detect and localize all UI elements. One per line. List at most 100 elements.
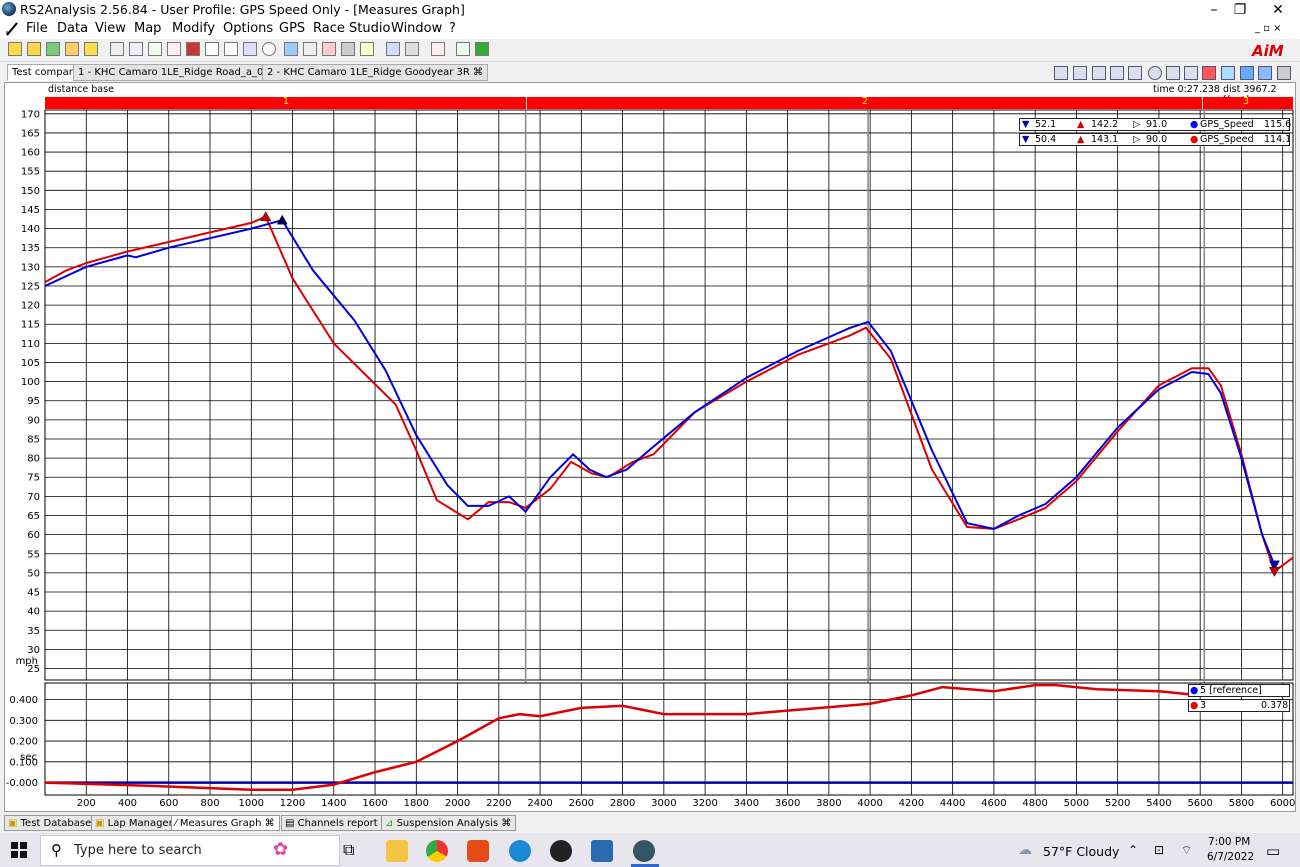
y-tick-label: 140 [21, 224, 40, 235]
tray-chevron-icon[interactable]: ⌃ [1128, 843, 1138, 857]
tab-measures-graph[interactable]: ⁄ Measures Graph ⌘ [171, 815, 280, 831]
search-placeholder: Type here to search [74, 843, 202, 858]
taskbar-search[interactable]: ⚲ Type here to search ✿ [40, 835, 340, 866]
office-icon[interactable] [467, 840, 489, 862]
file-explorer-icon[interactable] [386, 840, 408, 862]
legend-max: 143.1 [1091, 134, 1119, 145]
min-marker-icon: ▼ [1022, 134, 1030, 145]
x-tick-label: 1400 [321, 798, 346, 809]
delta-legend-value: 0.378 [1261, 700, 1289, 711]
edge-icon[interactable] [509, 840, 531, 862]
delta-tick-label: 0.400 [9, 695, 38, 706]
x-tick-label: 3800 [816, 798, 841, 809]
report-icon: ▤ [285, 818, 298, 829]
y-tick-label: 165 [21, 128, 40, 139]
x-tick-label: 1600 [362, 798, 387, 809]
y-tick-label: 90 [27, 415, 40, 426]
y-tick-label: 75 [27, 473, 40, 484]
suspension-icon: ⊿ [385, 818, 397, 829]
legend-channel: GPS_Speed [1200, 119, 1254, 130]
tray-device-icon[interactable]: ⊡ [1154, 843, 1164, 857]
wifi-icon[interactable]: ⌔ [1181, 843, 1192, 858]
y-tick-label: 85 [27, 434, 40, 445]
delta-legend-label: 5 [reference] [1200, 685, 1262, 696]
search-icon: ⚲ [51, 841, 62, 859]
legend-value: 114.1 [1264, 134, 1292, 145]
y-tick-label: 65 [27, 511, 40, 522]
delta-legend-label: 3 [1200, 700, 1207, 711]
legend-max: 142.2 [1091, 119, 1119, 130]
clock-time[interactable]: 7:00 PM [1208, 836, 1250, 848]
clock-date[interactable]: 6/7/2022 [1207, 851, 1254, 863]
search-highlight-icon: ✿ [273, 839, 289, 860]
x-tick-label: 4400 [940, 798, 965, 809]
y-tick-label: 30 [27, 645, 40, 656]
min-marker-icon: ▼ [1022, 119, 1030, 130]
legend-row-lap2: ▼ 50.4 ▲ 143.1 ▷ 90.0 ● GPS_Speed 114.1 [1019, 133, 1292, 146]
bottom-tabs: ▣ Test Database ▣ Lap Manager ⁄ Measures… [0, 814, 1300, 832]
max-marker-icon: ▲ [1077, 119, 1085, 130]
y-tick-label: 135 [21, 243, 40, 254]
y-axis-label: mph [16, 656, 38, 667]
legend-avg: 91.0 [1146, 119, 1168, 130]
legend-value: 115.6 [1264, 119, 1292, 130]
windows-start-icon[interactable] [11, 842, 27, 858]
series-dot-icon: ● [1190, 119, 1199, 130]
x-tick-label: 200 [77, 798, 96, 809]
avg-marker-icon: ▷ [1133, 134, 1141, 145]
y-tick-label: 35 [27, 626, 40, 637]
y-tick-label: 115 [21, 320, 40, 331]
chrome-icon[interactable] [426, 840, 448, 862]
legend-avg: 90.0 [1146, 134, 1168, 145]
y-tick-label: 45 [27, 588, 40, 599]
y-tick-label: 105 [21, 358, 40, 369]
delta-tick-label: -0.000 [6, 778, 38, 789]
y-tick-label: 70 [27, 492, 40, 503]
weather-text[interactable]: 57°F Cloudy [1043, 844, 1119, 859]
y-tick-label: 80 [27, 454, 40, 465]
tab-suspension-analysis[interactable]: ⊿ Suspension Analysis ⌘ [381, 815, 517, 831]
notifications-icon[interactable]: ▭ [1266, 842, 1280, 860]
photos-icon[interactable] [591, 840, 613, 862]
tab-test-database[interactable]: ▣ Test Database [4, 815, 97, 831]
x-tick-label: 5200 [1105, 798, 1130, 809]
legend-min: 52.1 [1035, 119, 1057, 130]
x-tick-label: 3400 [734, 798, 759, 809]
task-view-icon[interactable]: ⧉ [343, 840, 365, 862]
y-tick-label: 150 [21, 186, 40, 197]
legend-row-lap1: ▼ 52.1 ▲ 142.2 ▷ 91.0 ● GPS_Speed 115.6 [1019, 118, 1292, 131]
y-tick-label: 155 [21, 167, 40, 178]
tab-channels-report[interactable]: ▤ Channels report ⌘ [281, 815, 396, 831]
rs2analysis-taskbar-icon[interactable] [633, 840, 655, 862]
series-dot-icon: ● [1190, 685, 1199, 696]
tab-lap-manager[interactable]: ▣ Lap Manager [91, 815, 178, 831]
y-tick-label: 170 [21, 109, 40, 120]
x-tick-label: 600 [159, 798, 178, 809]
x-tick-label: 5800 [1229, 798, 1254, 809]
x-tick-label: 4800 [1022, 798, 1047, 809]
cloud-icon: ☁ [1018, 842, 1032, 858]
delta-legend-row2: ● 3 0.378 [1188, 699, 1290, 712]
x-tick-label: 1800 [404, 798, 429, 809]
speed-plot-area [44, 109, 1294, 681]
delta-tick-label: 0.200 [9, 737, 38, 748]
y-tick-label: 110 [21, 339, 40, 350]
manager-icon: ▣ [95, 818, 108, 829]
delta-legend-row1: ● 5 [reference] [1188, 684, 1290, 697]
y-tick-label: 160 [21, 148, 40, 159]
x-tick-label: 5400 [1146, 798, 1171, 809]
x-tick-label: 2000 [445, 798, 470, 809]
x-tick-label: 4000 [857, 798, 882, 809]
app-rm-icon[interactable] [550, 840, 572, 862]
x-tick-label: 800 [200, 798, 219, 809]
y-tick-label: 120 [21, 301, 40, 312]
max-marker-icon: ▲ [1077, 134, 1085, 145]
y-tick-label: 60 [27, 530, 40, 541]
database-icon: ▣ [8, 818, 21, 829]
legend-min: 50.4 [1035, 134, 1057, 145]
x-tick-label: 1200 [280, 798, 305, 809]
x-tick-label: 2400 [527, 798, 552, 809]
x-tick-label: 400 [118, 798, 137, 809]
x-tick-label: 1000 [239, 798, 264, 809]
x-tick-label: 4200 [899, 798, 924, 809]
